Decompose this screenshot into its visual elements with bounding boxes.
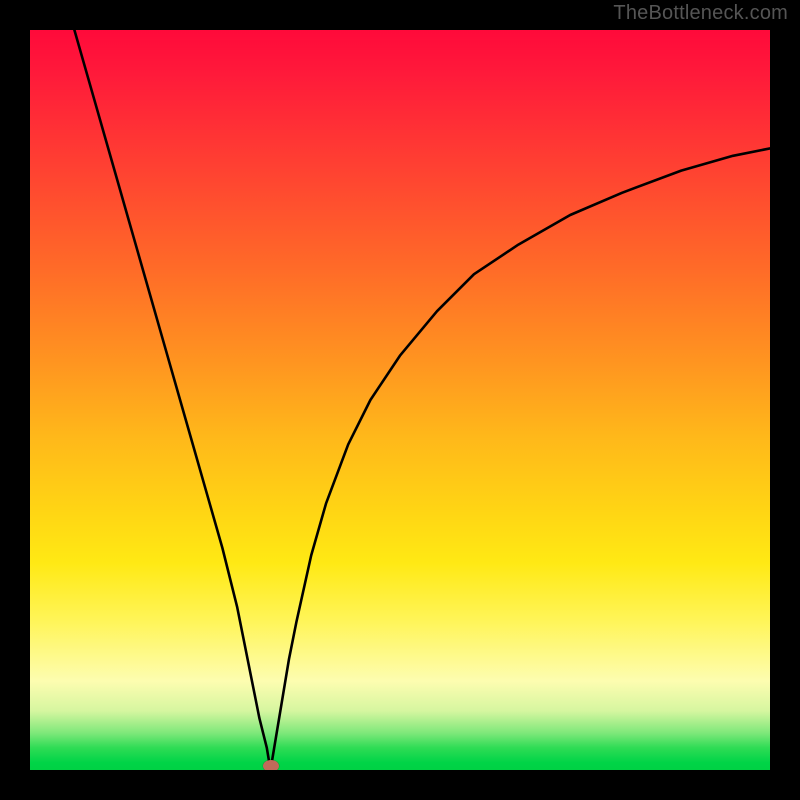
plot-area <box>30 30 770 770</box>
curve-svg <box>30 30 770 770</box>
chart-frame: TheBottleneck.com <box>0 0 800 800</box>
watermark-text: TheBottleneck.com <box>613 2 788 25</box>
minimum-marker <box>263 760 279 770</box>
bottleneck-curve-path <box>74 30 770 770</box>
